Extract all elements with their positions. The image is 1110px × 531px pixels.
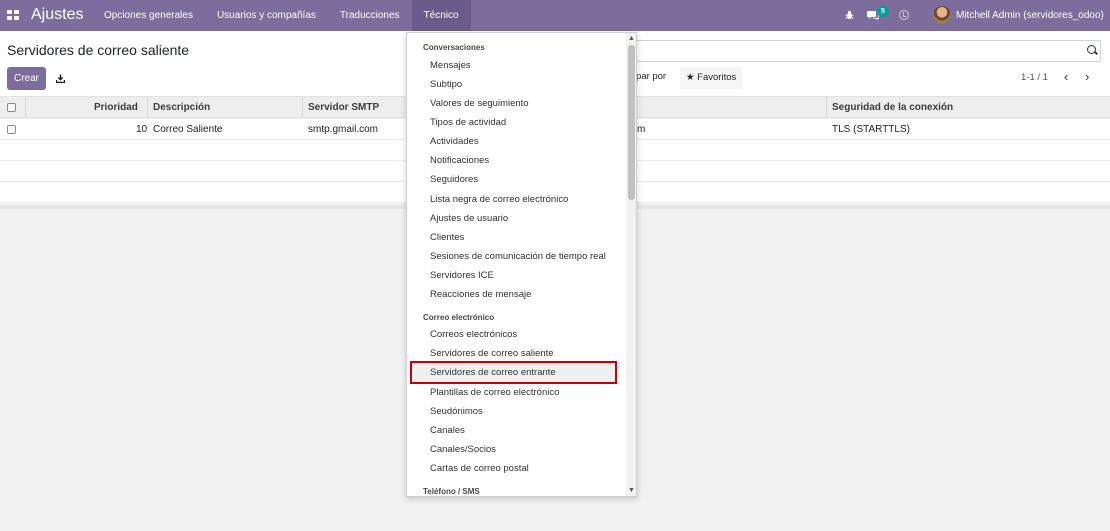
user-menu[interactable]: Mitchell Admin (servidores_odoo) [956, 10, 1104, 21]
star-icon: ★ [686, 72, 695, 83]
tecnico-dropdown-menu: Conversaciones Mensajes Subtipo Valores … [406, 32, 637, 497]
menu-item-subtipo[interactable]: Subtipo [430, 79, 462, 90]
pager-next-icon[interactable]: › [1085, 70, 1089, 83]
create-button[interactable]: Crear [7, 67, 46, 90]
section-header-correo: Correo electrónico [423, 313, 495, 322]
menu-traducciones[interactable]: Traducciones [328, 0, 412, 31]
cell-security: TLS (STARTTLS) [832, 124, 910, 135]
menu-item-cartas-postal[interactable]: Cartas de correo postal [430, 463, 529, 474]
section-header-conversaciones: Conversaciones [423, 43, 485, 52]
column-separator [25, 97, 26, 118]
chat-count-badge: 5 [877, 6, 889, 17]
column-header-smtp-server[interactable]: Servidor SMTP [308, 102, 379, 113]
scroll-down-arrow-icon[interactable]: ▼ [627, 486, 636, 495]
app-brand[interactable]: Ajustes [31, 6, 83, 24]
cell-priority: 10 [136, 124, 148, 135]
column-separator [147, 97, 148, 118]
page-title: Servidores de correo saliente [7, 42, 190, 58]
column-header-security[interactable]: Seguridad de la conexión [832, 102, 953, 113]
menu-item-sesiones-rtc[interactable]: Sesiones de comunicación de tiempo real [430, 251, 606, 262]
column-separator [826, 97, 827, 118]
search-icon[interactable] [1087, 45, 1096, 54]
column-header-description[interactable]: Descripción [153, 102, 210, 113]
menu-item-mensajes[interactable]: Mensajes [430, 60, 471, 71]
pager-value[interactable]: 1-1 / 1 [1021, 72, 1048, 83]
menu-item-plantillas[interactable]: Plantillas de correo electrónico [430, 387, 559, 398]
menu-usuarios-companias[interactable]: Usuarios y compañías [205, 0, 328, 31]
menu-item-lista-negra[interactable]: Lista negra de correo electrónico [430, 194, 568, 205]
menu-item-correos[interactable]: Correos electrónicos [430, 329, 517, 340]
column-header-priority[interactable]: Prioridad [94, 102, 138, 113]
download-icon [55, 74, 65, 83]
row-checkbox[interactable] [7, 125, 16, 134]
menu-item-servidores-entrante[interactable]: Servidores de correo entrante [430, 367, 556, 378]
favorites-label: Favoritos [697, 72, 737, 83]
menu-item-canales[interactable]: Canales [430, 425, 465, 436]
cell-smtp-server: smtp.gmail.com [308, 124, 379, 135]
main-menu: Opciones generales Usuarios y compañías … [92, 0, 471, 31]
export-button[interactable] [49, 67, 71, 90]
group-by-toggle[interactable]: par por [636, 71, 666, 82]
favorites-toggle[interactable]: ★ Favoritos [680, 67, 743, 89]
menu-item-valores-seguimiento[interactable]: Valores de seguimiento [430, 98, 529, 109]
menu-item-servidores-ice[interactable]: Servidores ICE [430, 270, 494, 281]
menu-item-notificaciones[interactable]: Notificaciones [430, 155, 489, 166]
menu-item-canales-socios[interactable]: Canales/Socios [430, 444, 496, 455]
scroll-up-arrow-icon[interactable]: ▲ [627, 34, 636, 43]
menu-item-actividades[interactable]: Actividades [430, 136, 479, 147]
menu-item-ajustes-usuario[interactable]: Ajustes de usuario [430, 213, 508, 224]
section-header-telefono: Teléfono / SMS [423, 487, 480, 496]
menu-item-servidores-saliente[interactable]: Servidores de correo saliente [430, 348, 554, 359]
debug-bug-icon[interactable] [845, 10, 854, 20]
menu-item-seguidores[interactable]: Seguidores [430, 174, 478, 185]
user-avatar[interactable] [933, 6, 951, 24]
menu-item-seudonimos[interactable]: Seudónimos [430, 406, 483, 417]
apps-grid-icon[interactable] [7, 10, 19, 20]
select-all-checkbox[interactable] [7, 103, 16, 112]
search-input[interactable] [636, 40, 1101, 62]
dropdown-scroll-thumb[interactable] [628, 45, 635, 200]
pager-previous-icon[interactable]: ‹ [1064, 70, 1068, 83]
menu-opciones-generales[interactable]: Opciones generales [92, 0, 205, 31]
activity-clock-icon[interactable] [899, 10, 909, 20]
menu-item-tipos-actividad[interactable]: Tipos de actividad [430, 117, 506, 128]
menu-tecnico[interactable]: Técnico [411, 0, 471, 31]
cell-description: Correo Saliente [153, 124, 223, 135]
column-separator [302, 97, 303, 118]
cell-username-partial: m [637, 124, 646, 135]
menu-item-clientes[interactable]: Clientes [430, 232, 464, 243]
top-navbar: Ajustes Opciones generales Usuarios y co… [0, 0, 1110, 31]
menu-item-reacciones[interactable]: Reacciones de mensaje [430, 289, 531, 300]
